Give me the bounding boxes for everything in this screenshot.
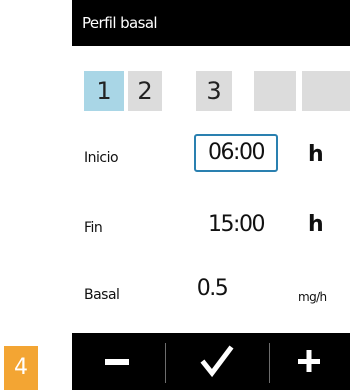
tab-3[interactable]: 3 <box>196 71 232 111</box>
tab-4[interactable] <box>254 71 296 111</box>
tab-5[interactable] <box>302 71 350 111</box>
device-screen: Perfil basal 1 2 3 Inicio 06:00 h Fin 15… <box>72 0 350 390</box>
step-badge: 4 <box>4 346 38 390</box>
end-unit: h <box>308 212 324 237</box>
end-time-field[interactable]: 15:00 <box>194 206 278 244</box>
page-title: Perfil basal <box>82 14 158 32</box>
start-time-field[interactable]: 06:00 <box>194 134 278 172</box>
minus-icon <box>105 359 129 365</box>
start-label: Inicio <box>84 150 119 166</box>
basal-profile-panel: 1 2 3 Inicio 06:00 h Fin 15:00 h Basal 0… <box>72 46 350 333</box>
action-bar <box>72 333 350 390</box>
check-icon <box>200 345 234 378</box>
basal-rate-field[interactable]: 0.5 <box>182 270 242 308</box>
basal-unit: mg/h <box>298 290 327 304</box>
plus-icon <box>298 350 320 372</box>
confirm-button[interactable] <box>166 333 268 390</box>
tab-1[interactable]: 1 <box>84 71 124 111</box>
basal-label: Basal <box>84 287 120 303</box>
increase-button[interactable] <box>270 333 350 390</box>
tab-2[interactable]: 2 <box>128 71 162 111</box>
decrease-button[interactable] <box>72 333 164 390</box>
start-unit: h <box>308 142 324 167</box>
end-label: Fin <box>84 220 103 236</box>
